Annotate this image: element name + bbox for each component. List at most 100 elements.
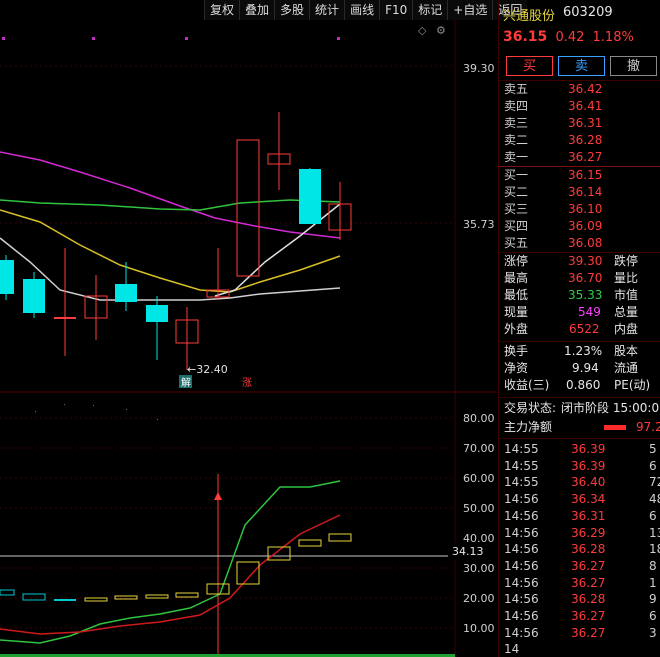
candle — [23, 272, 45, 318]
tick-price: 36.40 — [571, 475, 606, 490]
turnover-value: 1.23% — [564, 344, 603, 358]
tick-time: 14:55 — [504, 458, 539, 473]
tick-price: 36.28 — [571, 592, 606, 607]
tick-row: 14:56 36.31 6 — [504, 508, 660, 524]
diamond-icon[interactable]: ◇ — [418, 24, 427, 37]
net-assets-value: 9.94 — [572, 361, 599, 375]
candle — [146, 296, 168, 360]
tick-time: 14:56 — [504, 492, 539, 507]
unlock-badge[interactable]: 解 — [181, 376, 191, 389]
tick-price: 36.34 — [571, 492, 606, 507]
high-label: 最高 — [504, 271, 529, 285]
volume-ratio-label: 量比 — [614, 271, 639, 285]
tick-price: 36.27 — [571, 625, 606, 640]
tick-row: 14 — [504, 641, 660, 657]
tick-row: 14:56 36.27 8 — [504, 558, 660, 574]
tick-row: 14:56 36.34 48 — [504, 491, 660, 507]
tick-price: 36.27 — [571, 609, 606, 623]
tick-time: 14:55 — [504, 475, 539, 490]
tick-row: 14:55 36.39 6 — [504, 458, 660, 474]
cancel-button[interactable]: 撤 — [610, 56, 657, 76]
sell-button[interactable]: 卖 — [558, 56, 605, 76]
tick-price: 36.28 — [571, 542, 606, 557]
indicator-axis-label: 60.00 — [463, 472, 495, 485]
candle — [54, 248, 76, 356]
float-label: 流通 — [614, 361, 639, 375]
tick-row: 14:56 36.27 1 — [504, 575, 660, 591]
toolbar-overlay-button[interactable]: 叠加 — [239, 0, 275, 20]
pe-label: PE(动) — [614, 378, 651, 392]
tick-row: 14:55 36.39 5 — [504, 441, 660, 457]
tick-volume: 13 — [649, 525, 660, 540]
kline-chart[interactable]: ←32.40 解 涨 39.30 35.73 ◇ ⚙ 34.13 80.00 7… — [0, 20, 497, 657]
stock-name: 兴通股份 — [503, 9, 556, 24]
limit-down-label: 跌停 — [614, 254, 639, 268]
tick-row: 14:56 36.28 9 — [504, 591, 660, 607]
limit-up-badge[interactable]: 涨 — [242, 377, 252, 389]
tick-row: 14:56 36.29 13 — [504, 525, 660, 541]
eps-label: 收益(三) — [504, 378, 550, 392]
low-label: 最低 — [504, 288, 529, 302]
outer-volume-value: 6522 — [569, 322, 600, 336]
toolbar-multistock-button[interactable]: 多股 — [274, 0, 310, 20]
trade-status-label: 交易状态: — [504, 401, 557, 415]
tick-row: 14:56 36.27 6 — [504, 608, 660, 624]
candle — [84, 275, 108, 340]
buy-button[interactable]: 买 — [506, 56, 553, 76]
indicator-axis-label: 80.00 — [463, 412, 495, 425]
turnover-label: 换手 — [504, 344, 529, 358]
toolbar-drawline-button[interactable]: 画线 — [344, 0, 380, 20]
market-cap-label: 市值 — [614, 288, 639, 302]
crosshair-value: 34.13 — [452, 545, 484, 558]
tick-volume: 8 — [649, 558, 657, 573]
toolbar-f10-button[interactable]: F10 — [379, 0, 413, 20]
indicator-axis-label: 50.00 — [463, 502, 495, 515]
trade-status-value: 闭市阶段 15:00:0 — [561, 401, 660, 415]
candle — [175, 307, 199, 370]
price-change-pct: 1.18% — [592, 30, 634, 45]
tick-volume: 6 — [649, 609, 657, 623]
current-volume-value: 549 — [578, 305, 601, 319]
tick-volume: 72 — [649, 475, 660, 490]
main-net-value: 97.2 — [636, 420, 660, 434]
tick-volume: 9 — [649, 592, 657, 607]
price-change: 0.42 — [555, 30, 585, 45]
tick-price: 36.39 — [571, 458, 606, 473]
indicator-green-line — [0, 480, 341, 644]
tick-time: 14:56 — [504, 625, 539, 640]
chart-toolbar: 复权 叠加 多股 统计 画线 F10 标记 +自选 返回 — [204, 0, 528, 20]
main-net-label: 主力净额 — [504, 420, 553, 434]
indicator-axis-label: 70.00 — [463, 442, 495, 455]
indicator-red-line — [0, 514, 341, 635]
tick-price: 36.27 — [571, 558, 606, 573]
tick-volume: 6 — [649, 458, 657, 473]
stock-code: 603209 — [563, 5, 613, 20]
last-price: 36.15 — [503, 29, 548, 45]
tick-time: 14:56 — [504, 609, 539, 623]
toolbar-mark-button[interactable]: 标记 — [412, 0, 448, 20]
tick-price: 36.27 — [571, 575, 606, 590]
indicator-axis-label: 40.00 — [463, 532, 495, 545]
price-axis-label: 35.73 — [463, 218, 495, 231]
tick-row: 14:56 36.28 18 — [504, 541, 660, 557]
tick-time: 14:56 — [504, 575, 539, 590]
tick-time: 14 — [504, 642, 520, 657]
candle — [0, 255, 14, 300]
low-value: 35.33 — [568, 288, 603, 302]
tick-time: 14:56 — [504, 558, 539, 573]
tick-volume: 5 — [649, 442, 657, 456]
tick-price: 36.29 — [571, 525, 606, 540]
settings-icon[interactable]: ⚙ — [436, 24, 446, 37]
ma-white-line — [0, 237, 341, 301]
tick-time: 14:55 — [504, 442, 539, 456]
candle — [299, 168, 321, 224]
outer-volume-label: 外盘 — [504, 322, 529, 336]
toolbar-stats-button[interactable]: 统计 — [309, 0, 345, 20]
toolbar-add-watchlist-button[interactable]: +自选 — [447, 0, 493, 20]
tick-volume: 1 — [649, 575, 657, 590]
tick-time: 14:56 — [504, 525, 539, 540]
toolbar-fuquan-button[interactable]: 复权 — [204, 0, 240, 20]
candle — [267, 112, 291, 190]
tick-volume: 18 — [649, 542, 660, 557]
tick-row: 14:56 36.27 3 — [504, 625, 660, 641]
